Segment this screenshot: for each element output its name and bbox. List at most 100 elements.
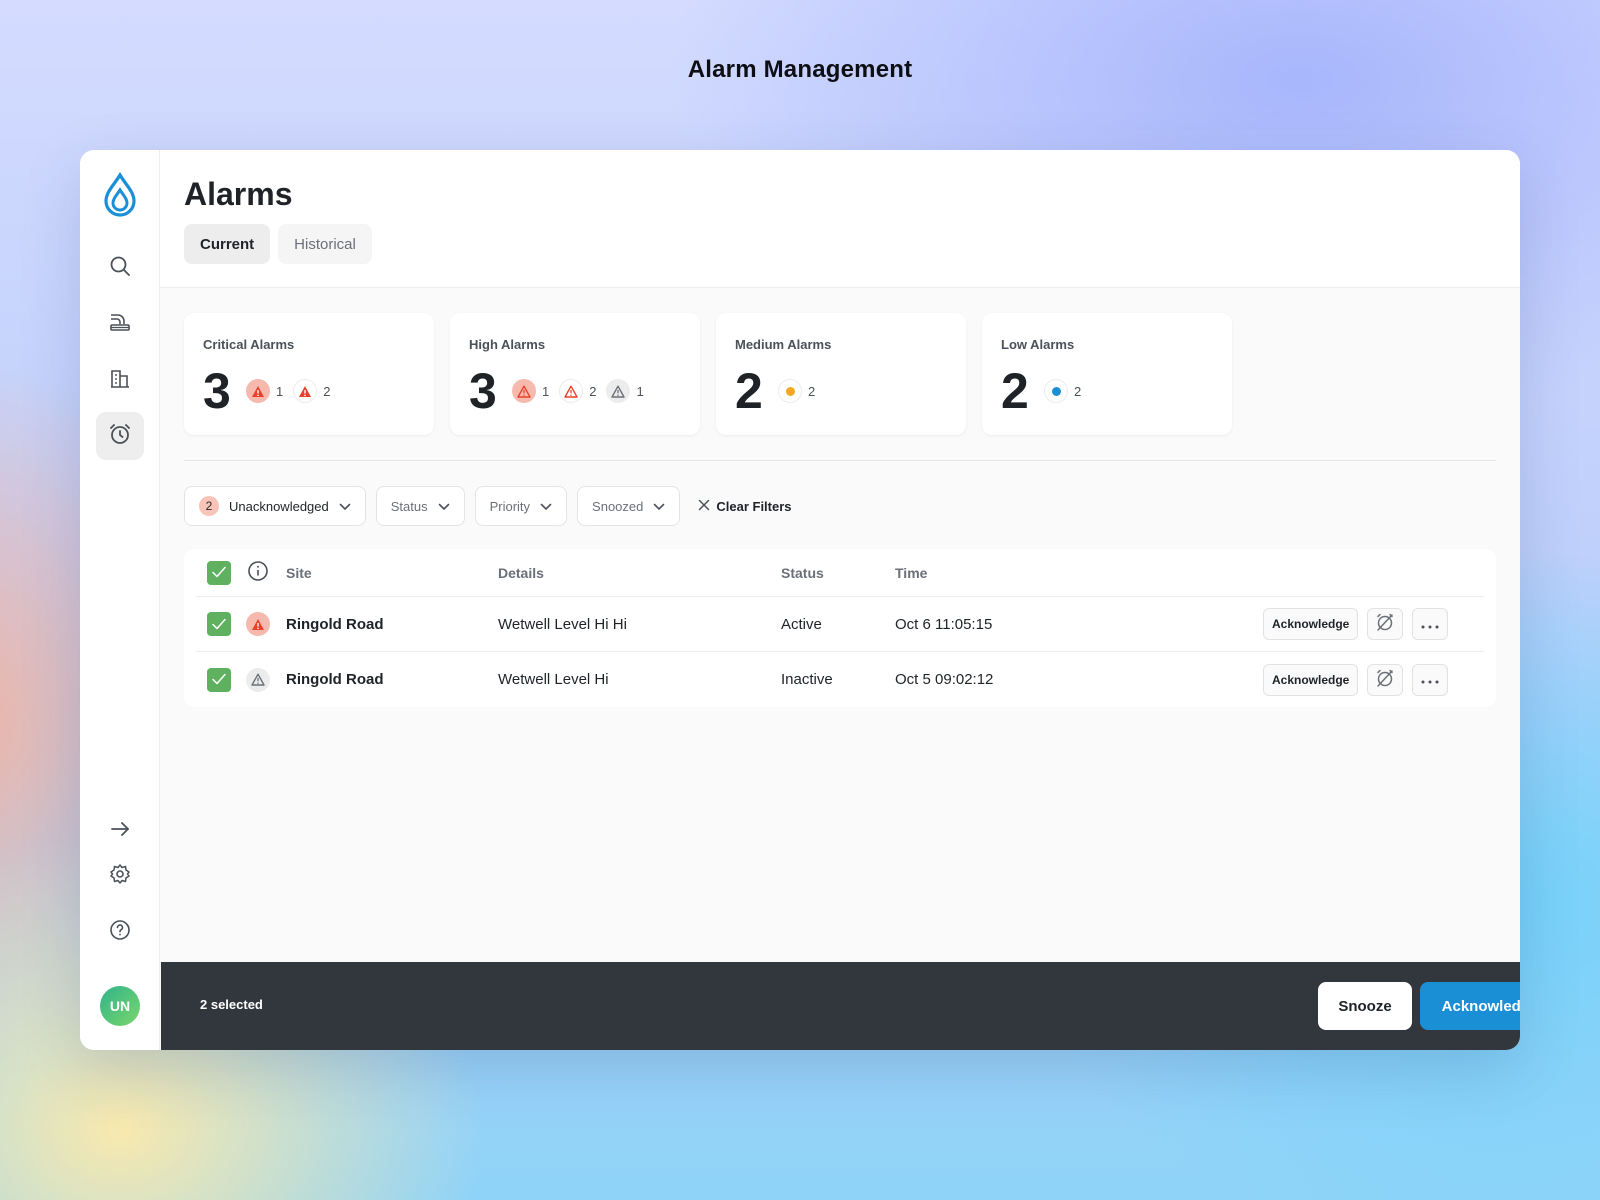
column-header-time[interactable]: Time [895, 549, 927, 596]
card-label: Low Alarms [1001, 337, 1075, 352]
low-alarms-card[interactable]: Low Alarms 2 2 [982, 313, 1232, 435]
row-status: Active [781, 615, 822, 633]
gear-icon [109, 863, 131, 890]
severity-badge: 2 [778, 379, 815, 403]
row-snooze-button[interactable] [1367, 608, 1403, 640]
column-header-site[interactable]: Site [286, 549, 312, 596]
row-details: Wetwell Level Hi Hi [498, 615, 627, 633]
select-all-checkbox[interactable] [207, 560, 231, 585]
badge-count: 2 [323, 383, 331, 399]
row-acknowledge-button[interactable]: Acknowledge [1263, 663, 1359, 696]
row-snooze-button[interactable] [1367, 663, 1403, 696]
unacknowledged-filter[interactable]: 2 Unacknowledged [184, 486, 366, 526]
clear-filters-label: Clear Filters [716, 498, 792, 514]
summary-cards: Critical Alarms 3 1 2 High Alarms 3 1 2 … [184, 313, 1232, 435]
row-acknowledge-button[interactable]: Acknowledge [1263, 608, 1359, 640]
sidebar-item-pipelines[interactable] [96, 300, 144, 348]
row-more-button[interactable] [1412, 608, 1448, 640]
filter-label: Unacknowledged [229, 498, 329, 514]
filter-label: Priority [489, 498, 531, 514]
column-header-details[interactable]: Details [498, 549, 544, 596]
avatar[interactable]: UN [100, 986, 140, 1026]
water-drop-logo-icon[interactable] [102, 171, 138, 218]
card-label: Medium Alarms [735, 337, 832, 352]
row-time: Oct 5 09:02:12 [895, 671, 994, 688]
more-horizontal-icon [1421, 616, 1439, 633]
warning-outline-icon [606, 379, 631, 403]
badge-count: 2 [589, 383, 597, 399]
priority-filter[interactable]: Priority [474, 486, 568, 526]
close-icon [698, 499, 710, 514]
warning-outline-icon [559, 379, 584, 403]
page-title: Alarms [184, 176, 293, 212]
severity-badge: 2 [293, 379, 330, 403]
card-value: 3 [203, 363, 231, 419]
card-label: High Alarms [469, 337, 546, 352]
snooze-button[interactable]: Snooze [1318, 982, 1412, 1030]
snoozed-filter[interactable]: Snoozed [577, 486, 681, 526]
help-icon [109, 919, 131, 946]
row-checkbox[interactable] [207, 612, 231, 636]
table-row[interactable]: Ringold Road Wetwell Level Hi Hi Active … [196, 597, 1484, 652]
sidebar-item-help[interactable] [96, 908, 144, 956]
building-icon [109, 367, 131, 394]
chevron-down-icon [540, 499, 552, 514]
more-horizontal-icon [1421, 671, 1439, 688]
selected-count: 2 selected [200, 997, 263, 1012]
search-icon [109, 255, 131, 282]
dot-icon [778, 379, 802, 403]
main-header: Alarms Current Historical [160, 150, 1520, 288]
snooze-alarm-icon [1375, 612, 1395, 636]
tab-current[interactable]: Current [184, 224, 271, 264]
row-site: Ringold Road [286, 615, 384, 633]
row-checkbox[interactable] [207, 667, 231, 692]
high-alarms-card[interactable]: High Alarms 3 1 2 1 [450, 313, 700, 435]
severity-badge: 2 [1044, 379, 1081, 403]
medium-alarms-card[interactable]: Medium Alarms 2 2 [716, 313, 966, 435]
tab-bar: Current Historical [184, 224, 372, 264]
filter-bar: 2 Unacknowledged Status Priority Snoozed… [184, 486, 792, 526]
sidebar-item-settings[interactable] [96, 852, 144, 900]
status-filter[interactable]: Status [375, 486, 465, 526]
clear-filters-button[interactable]: Clear Filters [690, 498, 792, 514]
severity-badge: 1 [606, 379, 644, 403]
card-value: 2 [1001, 363, 1029, 419]
info-icon[interactable] [247, 560, 269, 585]
sidebar-item-sites[interactable] [96, 356, 144, 404]
row-site: Ringold Road [286, 671, 384, 688]
page-heading: Alarm Management [687, 56, 913, 83]
arrow-right-icon [109, 818, 131, 845]
row-time: Oct 6 11:05:15 [895, 615, 993, 633]
severity-badge: 2 [559, 379, 596, 403]
column-header-status[interactable]: Status [781, 549, 824, 596]
card-value: 3 [469, 363, 497, 419]
snooze-alarm-icon [1375, 668, 1395, 692]
dot-icon [1044, 379, 1068, 403]
card-label: Critical Alarms [203, 337, 295, 352]
critical-warning-icon [246, 612, 270, 636]
badge-count: 1 [636, 383, 644, 399]
badge-count: 2 [1074, 383, 1082, 399]
severity-badge: 1 [512, 379, 549, 403]
sidebar-item-search[interactable] [96, 244, 144, 292]
row-details: Wetwell Level Hi [498, 671, 609, 688]
badge-count: 1 [276, 383, 284, 399]
filter-label: Snoozed [592, 498, 644, 514]
sidebar: UN [80, 150, 160, 1050]
chevron-down-icon [653, 499, 665, 514]
alarms-table: Site Details Status Time Ringold Road We… [184, 549, 1496, 707]
row-status: Inactive [781, 671, 833, 688]
card-value: 2 [735, 363, 763, 419]
critical-alarms-card[interactable]: Critical Alarms 3 1 2 [184, 313, 434, 435]
sidebar-item-expand[interactable] [96, 807, 144, 855]
filter-count-badge: 2 [199, 496, 219, 516]
tab-historical[interactable]: Historical [278, 224, 372, 264]
chevron-down-icon [438, 499, 450, 514]
sidebar-item-alarms[interactable] [96, 412, 144, 460]
row-more-button[interactable] [1412, 663, 1448, 696]
table-row[interactable]: Ringold Road Wetwell Level Hi Inactive O… [196, 652, 1484, 707]
warning-outline-icon [512, 379, 536, 403]
selection-action-bar: 2 selected Snooze Acknowledge [161, 962, 1520, 1050]
acknowledge-button[interactable]: Acknowledge [1420, 982, 1520, 1030]
severity-badge: 1 [246, 379, 283, 403]
